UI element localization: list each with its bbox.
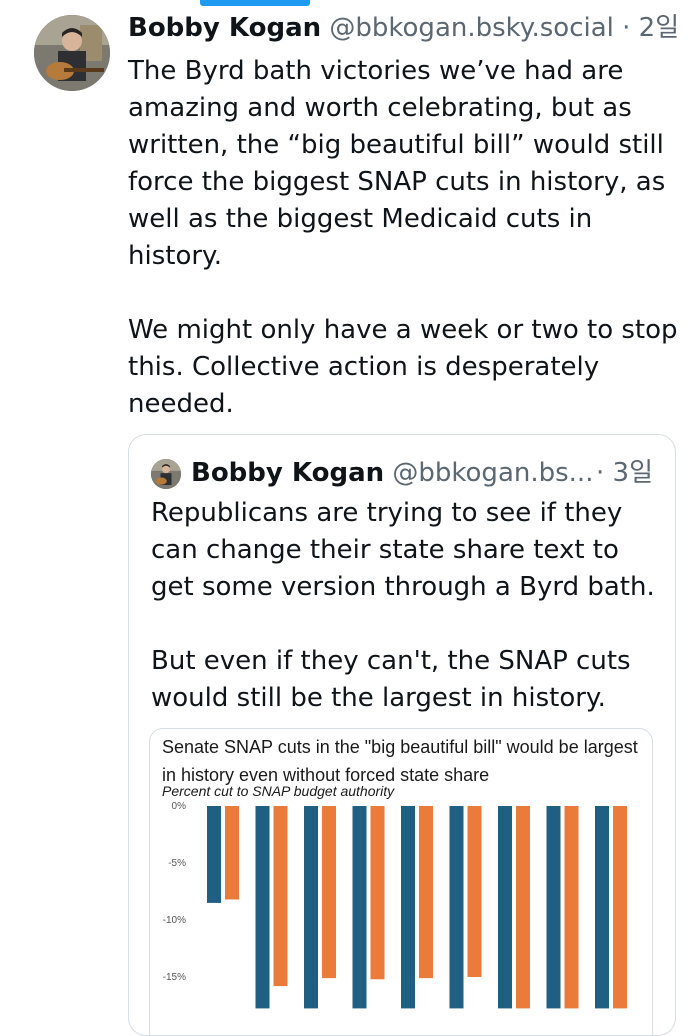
- author-handle[interactable]: @bbkogan.bsky.social: [329, 13, 613, 43]
- chart-bar: [352, 806, 367, 1009]
- post-timestamp[interactable]: 2일: [639, 13, 679, 43]
- post-paragraph: We might only have a week or two to stop…: [128, 315, 678, 419]
- chart-bar: [419, 806, 433, 979]
- y-tick-label: -10%: [163, 915, 186, 926]
- author-name[interactable]: Bobby Kogan: [128, 13, 321, 43]
- chart-image[interactable]: Senate SNAP cuts in the "big beautiful b…: [149, 728, 653, 1035]
- post-text: The Byrd bath victories we’ve had are am…: [128, 53, 688, 460]
- quoted-header: Bobby Kogan @bbkogan.bs...: [191, 455, 593, 491]
- chart-bar: [370, 806, 385, 980]
- chart-bar: [613, 806, 627, 1009]
- chart-bar: [516, 806, 530, 1009]
- chart-bar: [449, 806, 464, 1009]
- quoted-author-handle: @bbkogan.bs...: [392, 458, 594, 488]
- quoted-avatar-image: [151, 459, 181, 489]
- post-paragraph: The Byrd bath victories we’ve had are am…: [128, 56, 666, 271]
- quoted-post[interactable]: Bobby Kogan @bbkogan.bs... · 3일 Republic…: [128, 434, 676, 1036]
- chart-bar: [304, 806, 318, 1009]
- chart-bar: [546, 806, 561, 1009]
- chart-bar: [255, 806, 270, 1009]
- y-tick-label: 0%: [172, 801, 187, 812]
- chart-bar: [225, 806, 239, 900]
- author-avatar[interactable]: [34, 15, 110, 91]
- quoted-author-name: Bobby Kogan: [191, 458, 385, 488]
- post-header: Bobby Kogan @bbkogan.bsky.social · 2일: [128, 10, 679, 46]
- y-tick-label: -15%: [163, 972, 186, 983]
- quoted-text: Republicans are trying to see if they ca…: [151, 495, 661, 754]
- chart-bar: [322, 806, 336, 979]
- chart-bar: [207, 806, 221, 903]
- chart-bar: [564, 806, 579, 1009]
- quoted-timestamp: · 3일: [596, 458, 653, 488]
- quoted-paragraph: But even if they can't, the SNAP cuts wo…: [151, 646, 631, 713]
- bar-chart: 0% -5% -10% -15%: [163, 801, 627, 1009]
- chart-bar: [401, 806, 415, 1009]
- chart-bar: [498, 806, 512, 1009]
- quoted-paragraph: Republicans are trying to see if they ca…: [151, 498, 655, 602]
- chart-bar: [467, 806, 482, 977]
- quoted-author-avatar: [151, 459, 181, 489]
- meta-separator: ·: [622, 13, 631, 43]
- chart-bar: [273, 806, 288, 987]
- y-tick-label: -5%: [168, 858, 186, 869]
- active-tab-indicator: [200, 0, 310, 6]
- chart-bar: [595, 806, 609, 1009]
- avatar-image: [34, 15, 110, 91]
